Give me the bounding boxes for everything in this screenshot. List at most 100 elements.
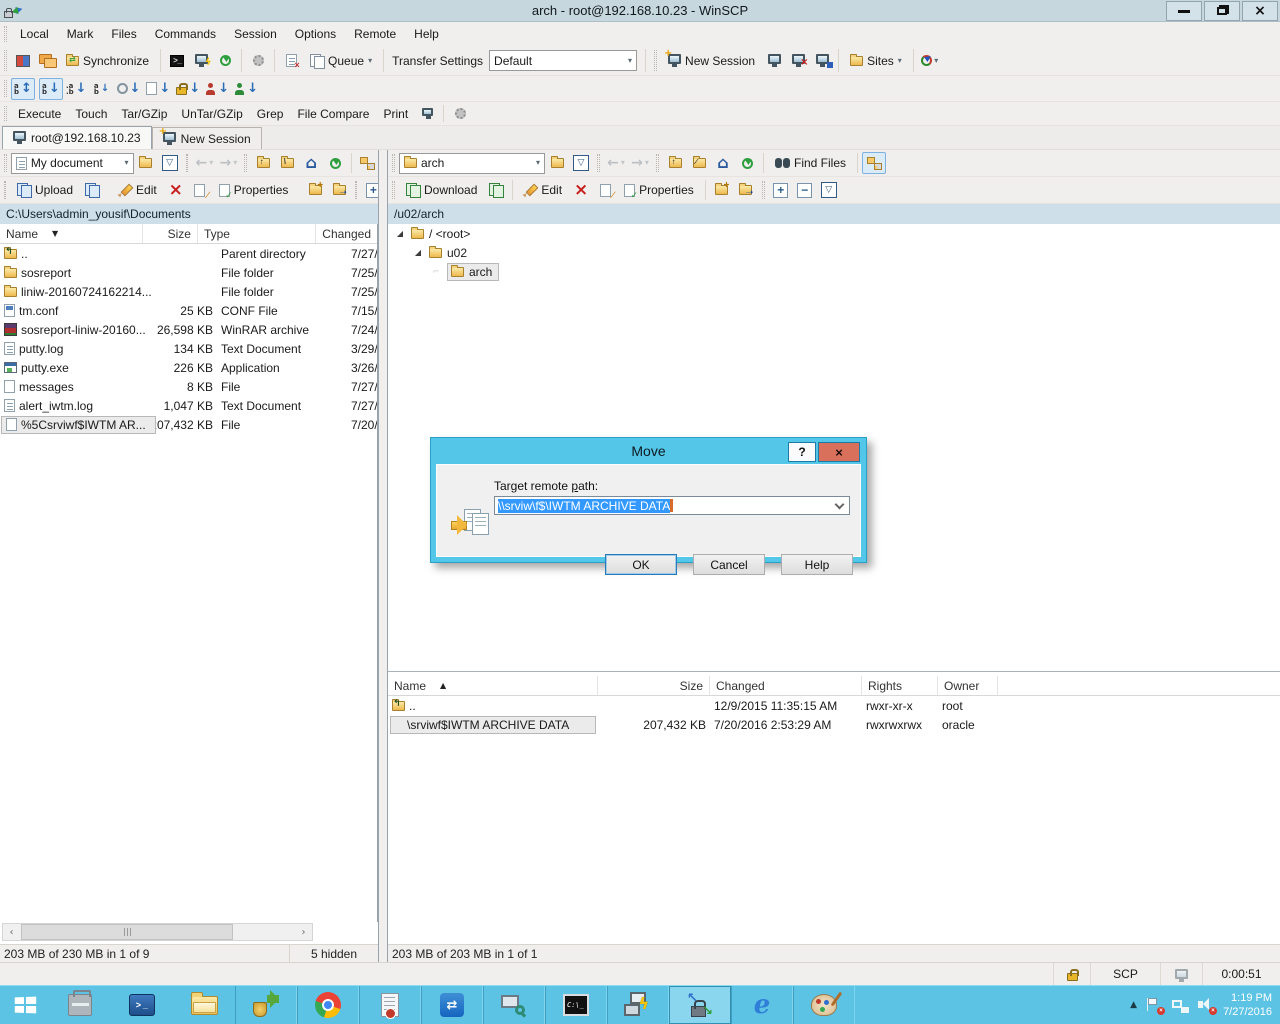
queue-button[interactable]: Queue▾ xyxy=(303,50,379,72)
menu-options[interactable]: Options xyxy=(286,22,345,46)
remote-tree-toggle-icon[interactable] xyxy=(862,152,886,174)
taskbar-internet-explorer[interactable]: e xyxy=(731,986,793,1024)
local-edit-button[interactable]: Edit xyxy=(112,179,164,201)
command-filecompare[interactable]: File Compare xyxy=(290,103,376,125)
local-path-bar[interactable]: C:\Users\admin_yousif\Documents xyxy=(0,204,380,225)
remote-rename-icon[interactable]: ∕ xyxy=(593,179,617,201)
taskbar-notes-app[interactable] xyxy=(359,986,421,1024)
tree-item-root[interactable]: ◢ / <root> xyxy=(388,224,1280,243)
local-column-size[interactable]: Size xyxy=(143,224,198,243)
title-bar[interactable]: arch - root@192.168.10.23 - WinSCP × xyxy=(0,0,1280,22)
start-button[interactable] xyxy=(0,986,49,1024)
local-home-icon[interactable]: ⌂ xyxy=(299,152,323,174)
status-lock-section[interactable] xyxy=(1053,963,1090,985)
print-display-icon[interactable] xyxy=(415,103,439,125)
local-rename-icon[interactable]: ∕ xyxy=(188,179,212,201)
menu-mark[interactable]: Mark xyxy=(58,22,103,46)
local-parent-directory-icon[interactable]: ↑ xyxy=(251,152,275,174)
remote-column-name[interactable]: Name▲ xyxy=(388,676,598,695)
local-column-name[interactable]: Name▼ xyxy=(0,224,143,243)
table-row-selected[interactable]: \srviwf$IWTM ARCHIVE DATA 207,432 KB 7/2… xyxy=(388,715,1280,734)
table-row[interactable]: liniw-20160724162214... File folder 7/25… xyxy=(0,282,377,301)
sites-button[interactable]: Sites▾ xyxy=(843,50,909,72)
remote-filter-box-icon[interactable] xyxy=(817,179,841,201)
taskbar-cmd[interactable] xyxy=(545,986,607,1024)
volume-muted-icon[interactable]: × xyxy=(1197,997,1215,1013)
remote-column-size[interactable]: Size xyxy=(598,676,710,695)
remote-command-icon[interactable]: ϟ xyxy=(189,50,213,72)
remote-filter-icon[interactable] xyxy=(569,152,593,174)
close-session-icon[interactable]: × xyxy=(786,50,810,72)
scroll-left-icon[interactable]: ‹ xyxy=(3,924,20,940)
remote-column-changed[interactable]: Changed xyxy=(710,676,862,695)
local-forward-icon[interactable]: →▾ xyxy=(216,152,240,174)
sort-by-time-icon[interactable]: ↓ xyxy=(114,78,144,100)
table-row[interactable]: sosreport File folder 7/25/ xyxy=(0,263,377,282)
target-path-input[interactable]: \\srviw\f$\IWTM ARCHIVE DATA xyxy=(494,496,850,515)
taskbar-paint[interactable] xyxy=(793,986,855,1024)
save-session-icon[interactable] xyxy=(810,50,834,72)
tab-new-session[interactable]: + New Session xyxy=(152,127,262,149)
remote-new-folder-icon[interactable]: + xyxy=(710,179,734,201)
remote-home-icon[interactable]: ⌂ xyxy=(711,152,735,174)
help-button[interactable]: Help xyxy=(781,554,853,575)
remote-path-bar[interactable]: /u02/arch xyxy=(388,204,1280,225)
tree-item-u02[interactable]: ◢ u02 xyxy=(388,243,1280,262)
remote-column-rights[interactable]: Rights xyxy=(862,676,938,695)
download-options-icon[interactable] xyxy=(484,179,508,201)
remote-open-directory-icon[interactable] xyxy=(545,152,569,174)
menu-local[interactable]: Local xyxy=(11,22,58,46)
local-horizontal-scrollbar[interactable]: ‹ › xyxy=(2,923,313,941)
taskbar-search-tool[interactable] xyxy=(483,986,545,1024)
remote-refresh-icon[interactable] xyxy=(735,152,759,174)
command-grep[interactable]: Grep xyxy=(250,103,291,125)
command-print[interactable]: Print xyxy=(376,103,415,125)
taskbar-update-tool[interactable] xyxy=(235,986,297,1024)
new-session-button[interactable]: +New Session xyxy=(661,50,762,72)
taskbar-winscp-shortcut[interactable]: ϟ xyxy=(607,986,669,1024)
local-tree-toggle-icon[interactable] xyxy=(356,152,380,174)
remote-delete-icon[interactable]: × xyxy=(569,179,593,201)
compare-directories-icon[interactable] xyxy=(11,50,35,72)
local-column-type[interactable]: Type xyxy=(198,224,316,243)
transfer-settings-combo[interactable]: Default ▾ xyxy=(489,50,637,71)
status-protocol-section[interactable]: SCP xyxy=(1090,963,1160,985)
local-open-directory-icon[interactable] xyxy=(134,152,158,174)
remote-back-icon[interactable]: ←▾ xyxy=(604,152,628,174)
remote-parent-directory-icon[interactable]: ↑ xyxy=(663,152,687,174)
ok-button[interactable]: OK xyxy=(605,554,677,575)
menu-commands[interactable]: Commands xyxy=(146,22,225,46)
local-root-directory-icon[interactable]: \ xyxy=(275,152,299,174)
maximize-button[interactable] xyxy=(1204,1,1240,21)
local-new-folder-icon[interactable]: + xyxy=(303,179,327,201)
remote-expand-icon[interactable]: + xyxy=(769,179,793,201)
table-row[interactable]: ↰.. 12/9/2015 11:35:15 AM rwxr-xr-x root xyxy=(388,696,1280,715)
taskbar-chrome[interactable] xyxy=(297,986,359,1024)
command-execute[interactable]: Execute xyxy=(11,103,68,125)
minimize-button[interactable] xyxy=(1166,1,1202,21)
scroll-right-icon[interactable]: › xyxy=(295,924,312,940)
panel-splitter[interactable] xyxy=(378,150,388,962)
remote-properties-button[interactable]: ✓Properties xyxy=(617,179,701,201)
status-connection-section[interactable] xyxy=(1160,963,1202,985)
table-row[interactable]: putty.log 134 KB Text Document 3/29/ xyxy=(0,339,377,358)
sort-by-type-icon[interactable]: ↓ xyxy=(90,78,114,100)
synchronize-button[interactable]: ⇄Synchronize xyxy=(59,50,156,72)
customize-commands-gear-icon[interactable] xyxy=(448,103,472,125)
preferences-gear-icon[interactable] xyxy=(246,50,270,72)
action-center-flag-icon[interactable]: × xyxy=(1145,997,1163,1013)
remote-directory-combo[interactable]: arch ▾ xyxy=(399,153,545,174)
taskbar-server-manager[interactable] xyxy=(49,986,111,1024)
tab-session-active[interactable]: root@192.168.10.23 xyxy=(2,126,152,149)
combo-dropdown-icon[interactable] xyxy=(835,500,845,510)
cancel-button[interactable]: Cancel xyxy=(693,554,765,575)
upload-options-icon[interactable] xyxy=(80,179,104,201)
tree-expander-icon[interactable]: ◢ xyxy=(412,248,424,257)
sort-by-group-icon[interactable]: ↓ xyxy=(232,78,261,100)
sort-by-extension-icon[interactable]: ↓ xyxy=(63,78,90,100)
close-button[interactable]: × xyxy=(1242,1,1278,21)
menu-remote[interactable]: Remote xyxy=(345,22,405,46)
open-terminal-icon[interactable] xyxy=(165,50,189,72)
remote-column-owner[interactable]: Owner xyxy=(938,676,998,695)
local-filter-icon[interactable] xyxy=(158,152,182,174)
